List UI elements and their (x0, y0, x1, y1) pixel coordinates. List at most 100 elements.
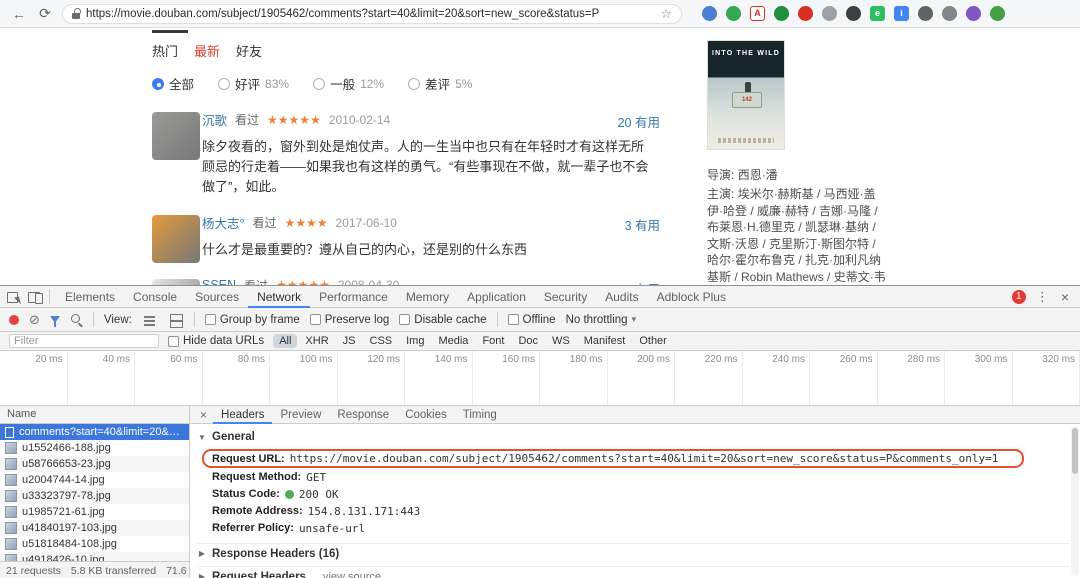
timeline-ruler[interactable]: 20 ms 40 ms 60 ms 80 ms 100 ms 120 ms 140 ms 16… (0, 351, 1080, 406)
filter-type-img[interactable]: Img (400, 334, 430, 348)
rating-filter-neutral[interactable]: 一般 12% (313, 74, 384, 93)
clear-button[interactable]: ⊘ (29, 313, 40, 326)
view-list-icon[interactable] (142, 312, 158, 328)
devtools-tab-network[interactable]: Network (248, 286, 310, 308)
request-row[interactable]: u2004744-14.jpg (0, 472, 189, 488)
compass-extension-icon[interactable] (702, 6, 717, 21)
filter-type-all[interactable]: All (273, 334, 298, 348)
detail-tab-response[interactable]: Response (329, 406, 397, 424)
request-row[interactable]: u1552466-188.jpg (0, 440, 189, 456)
request-row[interactable]: u58766653-23.jpg (0, 456, 189, 472)
throttling-select[interactable]: No throttling ▾ (566, 314, 637, 326)
response-headers-row[interactable]: ▶ Response Headers (16) (197, 543, 1070, 561)
back-button[interactable]: ← (10, 6, 28, 22)
filter-type-css[interactable]: CSS (364, 334, 399, 348)
address-bar[interactable]: https://movie.douban.com/subject/1905462… (62, 3, 682, 24)
search-icon[interactable] (70, 313, 83, 326)
comment-username[interactable]: 沉歌 (202, 110, 227, 129)
shield-extension-icon[interactable] (966, 6, 981, 21)
filter-type-font[interactable]: Font (476, 334, 510, 348)
detail-tab-timing[interactable]: Timing (455, 406, 505, 424)
avatar[interactable] (152, 112, 200, 160)
filter-type-doc[interactable]: Doc (512, 334, 544, 348)
view-source-link[interactable]: view source (323, 571, 381, 578)
detail-tab-headers[interactable]: Headers (213, 406, 272, 424)
devtools-tab-adblock-plus[interactable]: Adblock Plus (648, 286, 735, 308)
filter-type-js[interactable]: JS (337, 334, 362, 348)
kebab-menu-icon[interactable]: ⋮ (1032, 289, 1053, 305)
filter-type-other[interactable]: Other (633, 334, 673, 348)
translate-extension-icon[interactable]: A (750, 6, 765, 21)
close-details-icon[interactable]: × (194, 408, 213, 422)
profile-extension-icon[interactable] (822, 6, 837, 21)
preserve-log-checkbox[interactable]: Preserve log (309, 314, 389, 326)
scrollbar-thumb[interactable] (1072, 428, 1078, 474)
dark-extension-icon[interactable] (846, 6, 861, 21)
inspect-element-icon[interactable] (5, 289, 21, 305)
request-row[interactable]: u51818484-108.jpg (0, 536, 189, 552)
bell-extension-icon[interactable] (942, 6, 957, 21)
useful-votes[interactable]: 20 有用 (618, 112, 660, 131)
rating-filter-all[interactable]: 全部 (152, 74, 194, 93)
comments-tab-friends[interactable]: 好友 (236, 41, 262, 60)
filter-type-xhr[interactable]: XHR (299, 334, 334, 348)
movie-poster[interactable]: INTO THE WILD 142 (707, 40, 785, 150)
filter-type-media[interactable]: Media (432, 334, 474, 348)
disable-cache-checkbox[interactable]: Disable cache (399, 314, 487, 326)
request-row[interactable]: u33323797-78.jpg (0, 488, 189, 504)
rating-filter-positive[interactable]: 好评 83% (218, 74, 289, 93)
error-badge[interactable]: 1 (1011, 289, 1026, 304)
offline-checkbox[interactable]: Offline (507, 314, 556, 326)
request-row[interactable]: u1985721-61.jpg (0, 504, 189, 520)
rating-filter-negative[interactable]: 差评 5% (408, 74, 472, 93)
hide-data-urls-checkbox[interactable]: Hide data URLs (168, 335, 264, 347)
filter-input[interactable] (9, 334, 159, 348)
filter-type-ws[interactable]: WS (546, 334, 576, 348)
detail-tab-cookies[interactable]: Cookies (397, 406, 455, 424)
leaf-extension-icon[interactable] (726, 6, 741, 21)
request-row[interactable]: u4918426-10.jpg (0, 552, 189, 561)
name-column-header[interactable]: Name (0, 406, 189, 424)
devtools-tab-elements[interactable]: Elements (56, 286, 124, 308)
device-toolbar-icon[interactable] (27, 289, 43, 305)
avatar[interactable] (152, 215, 200, 264)
request-row[interactable]: comments?start=40&limit=20&sort=ne... (0, 424, 189, 440)
cast-label: 主演: (707, 187, 735, 201)
devtools-tab-console[interactable]: Console (124, 286, 186, 308)
close-devtools-icon[interactable]: × (1059, 289, 1075, 305)
evernote-extension-icon[interactable]: e (870, 6, 885, 21)
detail-tab-preview[interactable]: Preview (272, 406, 329, 424)
devtools-tab-security[interactable]: Security (535, 286, 596, 308)
bookmark-star-icon[interactable]: ☆ (660, 6, 672, 22)
useful-votes[interactable]: 3 有用 (625, 215, 660, 234)
group-by-frame-checkbox[interactable]: Group by frame (204, 314, 300, 326)
record-button[interactable] (9, 314, 19, 325)
devtools-tab-sources[interactable]: Sources (186, 286, 248, 308)
general-section-header[interactable]: ▼ General (197, 428, 1070, 446)
red-extension-icon[interactable] (798, 6, 813, 21)
comment-username[interactable]: 杨大志° (202, 213, 245, 232)
camera-extension-icon[interactable] (918, 6, 933, 21)
request-headers-row[interactable]: ▶ Request Headers view source (197, 566, 1070, 578)
view-large-rows-icon[interactable] (168, 312, 184, 328)
smiley-extension-icon[interactable] (990, 6, 1005, 21)
request-row[interactable]: u41840197-103.jpg (0, 520, 189, 536)
filter-type-manifest[interactable]: Manifest (578, 334, 632, 348)
comments-tab-newest[interactable]: 最新 (194, 41, 220, 60)
scrollbar[interactable] (1071, 426, 1079, 576)
comment-username[interactable]: SSEN (202, 278, 236, 285)
comments-tab-hot[interactable]: 热门 (152, 41, 178, 60)
devtools-tab-memory[interactable]: Memory (397, 286, 458, 308)
devtools-tab-application[interactable]: Application (458, 286, 535, 308)
green-extension-icon[interactable] (774, 6, 789, 21)
refresh-button[interactable]: ⟳ (36, 5, 54, 22)
url-text[interactable]: https://movie.douban.com/subject/1905462… (86, 8, 654, 20)
devtools-tab-audits[interactable]: Audits (596, 286, 647, 308)
info-extension-icon[interactable]: i (894, 6, 909, 21)
director-name[interactable]: 西恩·潘 (738, 168, 778, 182)
filter-funnel-icon[interactable] (49, 316, 60, 327)
timeline-tick: 220 ms (675, 351, 743, 405)
timeline-tick: 20 ms (0, 351, 68, 405)
devtools-tab-performance[interactable]: Performance (310, 286, 397, 308)
divider (193, 312, 195, 327)
